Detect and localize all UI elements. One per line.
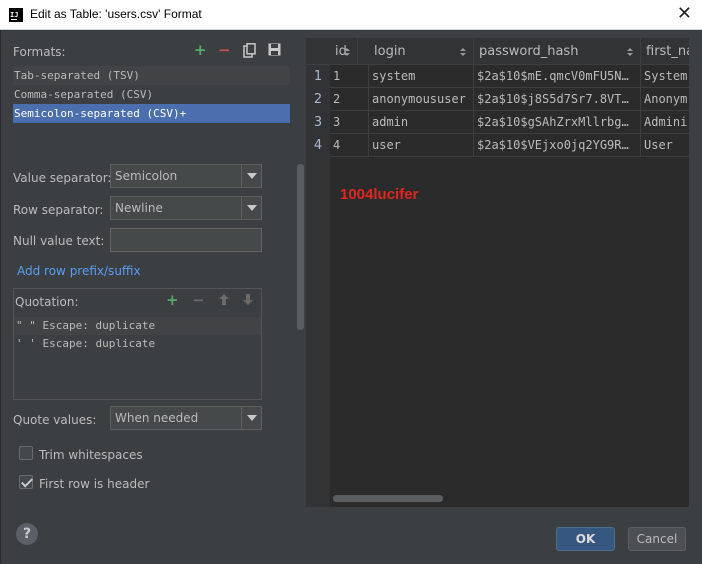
ok-button[interactable]: OK (556, 527, 615, 551)
table-cell[interactable]: 2 (330, 88, 369, 111)
quote-values-select[interactable]: When needed (110, 406, 262, 430)
table-cell[interactable]: System (641, 65, 689, 88)
table-preview: id login password_hash first_na 1 1 syst… (306, 38, 689, 507)
column-header-first-name[interactable]: first_na (641, 38, 689, 65)
window-title: Edit as Table: 'users.csv' Format (30, 7, 202, 21)
column-header-login[interactable]: login (369, 38, 474, 65)
chevron-down-icon[interactable] (241, 165, 261, 187)
row-separator-select[interactable]: Newline (110, 196, 262, 220)
table-cell[interactable]: User (641, 134, 689, 157)
null-value-label: Null value text: (13, 234, 105, 248)
formats-list[interactable]: Tab-separated (TSV) Comma-separated (CSV… (13, 66, 290, 128)
arrow-up-icon[interactable] (218, 293, 230, 309)
trim-whitespaces-checkbox[interactable] (19, 446, 33, 460)
row-number: 4 (306, 134, 330, 157)
row-separator-label: Row separator: (13, 203, 104, 217)
cancel-button[interactable]: Cancel (628, 527, 686, 551)
table-cell[interactable]: 4 (330, 134, 369, 157)
formats-label: Formats: (13, 45, 66, 59)
remove-icon[interactable]: − (192, 292, 205, 308)
table-cell[interactable]: $2a$10$VEjxo0jq2YG9R… (474, 134, 641, 157)
add-row-prefix-link[interactable]: Add row prefix/suffix (17, 264, 141, 278)
app-icon: IJ (9, 8, 23, 22)
table-header: id login password_hash first_na (306, 38, 689, 65)
table-cell[interactable]: anonymoususer (369, 88, 474, 111)
quotation-header: Quotation: + − (14, 289, 261, 313)
first-row-header-checkbox[interactable] (19, 475, 33, 489)
save-icon[interactable] (268, 43, 281, 59)
sort-icon[interactable] (344, 48, 351, 57)
sort-icon[interactable] (627, 48, 634, 57)
add-icon[interactable]: + (166, 292, 179, 308)
table-cell[interactable]: $2a$10$j8S5d7Sr7.8VT… (474, 88, 641, 111)
column-header-password-hash[interactable]: password_hash (474, 38, 641, 65)
watermark-text: 1004lucifer (340, 186, 419, 203)
copy-icon[interactable] (243, 43, 257, 61)
add-icon[interactable]: + (194, 42, 207, 58)
format-item-semicolon[interactable]: Semicolon-separated (CSV)+ (13, 104, 290, 123)
format-item-tsv[interactable]: Tab-separated (TSV) (13, 66, 290, 85)
table-cell[interactable]: $2a$10$gSAhZrxMllrbg… (474, 111, 641, 134)
title-bar: IJ Edit as Table: 'users.csv' Format ✕ (0, 0, 702, 30)
quotation-panel: Quotation: + − " " Escape: duplicate ' '… (13, 288, 262, 400)
table-cell[interactable]: user (369, 134, 474, 157)
value-separator-select[interactable]: Semicolon (110, 164, 262, 188)
settings-scrollbar[interactable] (297, 164, 304, 330)
chevron-down-icon[interactable] (241, 197, 261, 219)
format-item-csv[interactable]: Comma-separated (CSV) (13, 85, 290, 104)
null-value-field[interactable] (110, 228, 262, 252)
table-cell[interactable]: admin (369, 111, 474, 134)
table-cell[interactable]: system (369, 65, 474, 88)
column-header-id[interactable]: id (330, 38, 358, 65)
quotation-label: Quotation: (15, 295, 79, 309)
table-horizontal-scrollbar[interactable] (333, 495, 443, 502)
table-cell[interactable]: Anonym (641, 88, 689, 111)
trim-whitespaces-label[interactable]: Trim whitespaces (39, 448, 143, 462)
chevron-down-icon[interactable] (241, 407, 261, 429)
arrow-down-icon[interactable] (242, 293, 254, 309)
value-separator-value: Semicolon (115, 169, 178, 183)
table-cell[interactable]: Admini (641, 111, 689, 134)
quote-values-value: When needed (115, 411, 199, 425)
sort-icon[interactable] (460, 48, 467, 57)
table-cell[interactable]: 1 (330, 65, 369, 88)
row-number: 2 (306, 88, 330, 111)
row-number: 3 (306, 111, 330, 134)
quotation-row[interactable]: " " Escape: duplicate (14, 317, 261, 335)
remove-icon[interactable]: − (218, 42, 231, 58)
settings-panel: Formats: + − Tab-separated (TSV) Comma-s… (0, 30, 304, 510)
first-row-header-label[interactable]: First row is header (39, 477, 149, 491)
table-cell[interactable]: $2a$10$mE.qmcV0mFU5N… (474, 65, 641, 88)
row-number: 1 (306, 65, 330, 88)
table-cell[interactable]: 3 (330, 111, 369, 134)
row-separator-value: Newline (115, 201, 163, 215)
value-separator-label: Value separator: (13, 171, 112, 185)
quotation-row[interactable]: ' ' Escape: duplicate (14, 335, 261, 353)
quote-values-label: Quote values: (13, 413, 97, 427)
close-icon[interactable]: ✕ (677, 4, 692, 24)
help-icon[interactable]: ? (16, 523, 38, 545)
